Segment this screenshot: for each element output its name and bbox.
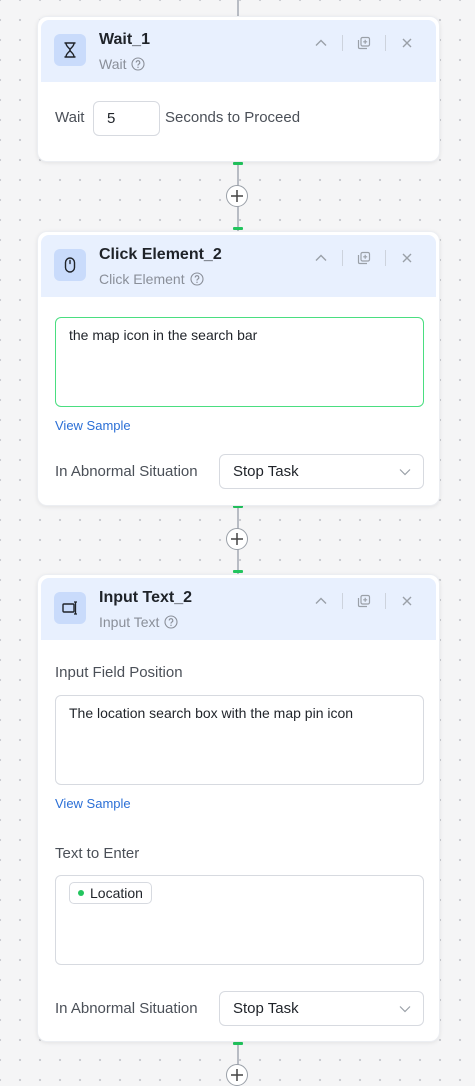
chevron-up-icon: [315, 597, 327, 604]
close-icon: [402, 596, 412, 606]
plus-icon: [231, 1069, 243, 1081]
wait-seconds-value: 5: [107, 110, 116, 127]
click-target-textarea[interactable]: the map icon in the search bar: [55, 317, 424, 407]
copy-button[interactable]: [353, 32, 375, 54]
divider: [385, 35, 386, 51]
connector-line: [237, 0, 239, 16]
copy-icon: [357, 36, 371, 50]
node-body: Wait 5 Seconds to Proceed: [38, 82, 439, 161]
plus-icon: [231, 533, 243, 545]
add-step-button[interactable]: [226, 1064, 248, 1086]
divider: [385, 593, 386, 609]
click-element-node-card[interactable]: Click Element_2 Click Element the map ic…: [37, 231, 440, 506]
close-icon: [402, 253, 412, 263]
wait-suffix-label: Seconds to Proceed: [165, 109, 301, 126]
variable-dot: [78, 890, 84, 896]
mouse-icon: [54, 249, 86, 281]
variable-tag[interactable]: Location: [69, 882, 152, 904]
text-to-enter-textarea[interactable]: Location: [55, 875, 424, 965]
click-target-text: the map icon in the search bar: [69, 327, 258, 343]
wait-prefix-label: Wait: [55, 109, 85, 126]
node-header: Wait_1 Wait: [41, 20, 436, 82]
connector-port: [233, 1042, 243, 1045]
abnormal-situation-select[interactable]: Stop Task: [219, 454, 424, 489]
abnormal-situation-value: Stop Task: [233, 1000, 299, 1017]
view-sample-link[interactable]: View Sample: [55, 418, 131, 433]
add-step-button[interactable]: [226, 185, 248, 207]
copy-icon: [357, 594, 371, 608]
help-circle-icon[interactable]: [190, 272, 204, 286]
collapse-button[interactable]: [310, 32, 332, 54]
chevron-down-icon: [399, 469, 411, 476]
input-position-label: Input Field Position: [55, 664, 183, 681]
node-actions: [310, 247, 418, 269]
collapse-button[interactable]: [310, 590, 332, 612]
variable-tag-label: Location: [90, 885, 143, 901]
node-body: Input Field Position The location search…: [38, 640, 439, 1041]
view-sample-link[interactable]: View Sample: [55, 796, 131, 811]
chevron-down-icon: [399, 1006, 411, 1013]
copy-button[interactable]: [353, 590, 375, 612]
node-title: Click Element_2: [99, 246, 222, 263]
divider: [342, 250, 343, 266]
node-type-label: Click Element: [99, 271, 185, 287]
divider: [342, 593, 343, 609]
text-to-enter-label: Text to Enter: [55, 845, 140, 862]
chevron-up-icon: [315, 39, 327, 46]
hourglass-icon: [54, 34, 86, 66]
plus-icon: [231, 190, 243, 202]
close-icon: [402, 38, 412, 48]
help-circle-icon[interactable]: [164, 615, 179, 629]
connector-port: [233, 227, 243, 230]
node-body: the map icon in the search bar View Samp…: [38, 297, 439, 505]
divider: [342, 35, 343, 51]
node-type: Click Element: [99, 271, 204, 287]
input-position-textarea[interactable]: The location search box with the map pin…: [55, 695, 424, 785]
abnormal-situation-value: Stop Task: [233, 463, 299, 480]
close-button[interactable]: [396, 247, 418, 269]
node-header: Click Element_2 Click Element: [41, 235, 436, 297]
node-header: Input Text_2 Input Text: [41, 578, 436, 640]
connector-port: [233, 570, 243, 573]
node-type: Input Text: [99, 614, 179, 630]
input-position-text: The location search box with the map pin…: [69, 705, 354, 721]
abnormal-situation-select[interactable]: Stop Task: [219, 991, 424, 1026]
wait-seconds-input[interactable]: 5: [93, 101, 160, 136]
add-step-button[interactable]: [226, 528, 248, 550]
copy-button[interactable]: [353, 247, 375, 269]
node-title: Wait_1: [99, 31, 150, 48]
node-actions: [310, 590, 418, 612]
input-field-icon: [54, 592, 86, 624]
connector-port: [233, 162, 243, 165]
node-title: Input Text_2: [99, 589, 193, 606]
input-text-node-card[interactable]: Input Text_2 Input Text Input Field Posi…: [37, 574, 440, 1042]
node-type-label: Input Text: [99, 614, 160, 630]
node-actions: [310, 32, 418, 54]
close-button[interactable]: [396, 32, 418, 54]
divider: [385, 250, 386, 266]
copy-icon: [357, 251, 371, 265]
node-type: Wait: [99, 56, 146, 72]
chevron-up-icon: [315, 254, 327, 261]
wait-node-card[interactable]: Wait_1 Wait Wait 5 Seconds to Proceed: [37, 16, 440, 162]
node-type-label: Wait: [99, 56, 127, 72]
help-circle-icon[interactable]: [131, 57, 146, 71]
collapse-button[interactable]: [310, 247, 332, 269]
abnormal-situation-label: In Abnormal Situation: [55, 463, 198, 480]
abnormal-situation-label: In Abnormal Situation: [55, 1000, 198, 1017]
close-button[interactable]: [396, 590, 418, 612]
